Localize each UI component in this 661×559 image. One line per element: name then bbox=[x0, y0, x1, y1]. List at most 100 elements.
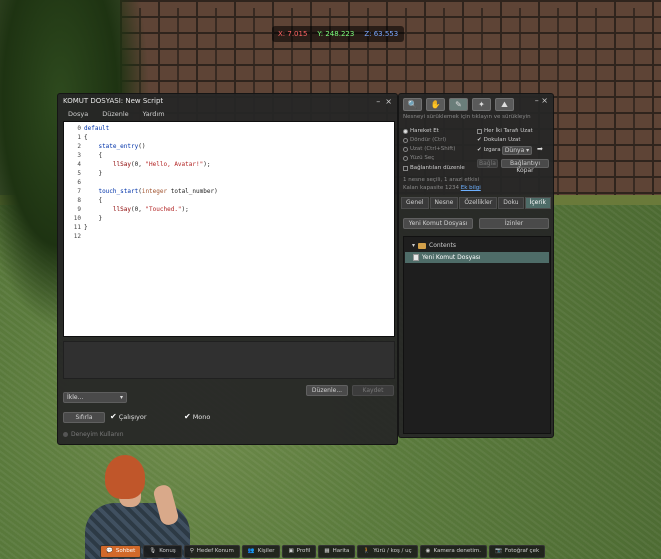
contents-item-label: Yeni Komut Dosyası bbox=[422, 254, 481, 261]
code-text: { bbox=[84, 196, 102, 205]
line-number: 10 bbox=[73, 215, 81, 222]
code-editor[interactable]: 0 default 1{2 state_entry() 3 {4 llSay(0, "… bbox=[63, 121, 395, 337]
code-line[interactable]: 11} bbox=[64, 223, 394, 232]
option-move-label: Hareket Et bbox=[410, 128, 439, 134]
experience-label: Deneyim Kullanın bbox=[71, 431, 124, 438]
code-text: { bbox=[84, 133, 88, 142]
tab-contents[interactable]: İçerik bbox=[524, 197, 551, 209]
grid-select[interactable]: Dünya ▾ bbox=[502, 146, 532, 155]
script-menubar: Dosya Düzenle Yardım bbox=[58, 108, 397, 120]
destination-icon: ⚲ bbox=[189, 548, 194, 554]
code-line[interactable]: 0 default bbox=[64, 124, 394, 133]
focus-tool-icon[interactable]: 🔍 bbox=[403, 98, 422, 111]
option-rotate[interactable]: Döndür (Ctrl) bbox=[403, 137, 446, 143]
code-line[interactable]: 4 llSay(0, "Hello, Avatar!"); bbox=[64, 160, 394, 169]
experience-checkbox[interactable]: Deneyim Kullanın bbox=[63, 431, 124, 438]
toolbar-button-profile[interactable]: ▣ Profil bbox=[282, 544, 317, 558]
close-icon[interactable]: – × bbox=[535, 96, 548, 105]
reset-button[interactable]: Sıfırla bbox=[63, 412, 105, 423]
option-linked-edit[interactable]: Bağlantıları düzenle bbox=[403, 165, 465, 171]
toolbar-button-walk[interactable]: 🚶 Yürü / koş / uç bbox=[357, 544, 418, 558]
code-token: llSay bbox=[112, 206, 131, 213]
contents-folder-row[interactable]: ▾ Contents bbox=[412, 242, 456, 249]
radio-icon bbox=[403, 137, 408, 143]
edit-tool-icon[interactable]: ✎ bbox=[449, 98, 468, 111]
save-button[interactable]: Kaydet bbox=[352, 385, 394, 396]
option-move[interactable]: Hareket Et bbox=[403, 128, 439, 134]
permissions-button[interactable]: İzinler bbox=[479, 218, 549, 229]
toolbar-button-label: Kişiler bbox=[257, 548, 275, 554]
code-line[interactable]: 1{ bbox=[64, 133, 394, 142]
script-editor-window: KOMUT DOSYASI: New Script – × Dosya Düzen… bbox=[57, 93, 398, 445]
map-icon: ▦ bbox=[324, 548, 330, 554]
running-checkbox[interactable]: ✔ Çalışıyor bbox=[110, 412, 147, 421]
toolbar-button-snapshot[interactable]: 📷 Fotoğraf çek bbox=[489, 544, 546, 558]
folder-icon bbox=[418, 242, 427, 249]
insert-select[interactable]: İkle... ▾ bbox=[63, 392, 127, 403]
line-number: 11 bbox=[73, 224, 81, 231]
capacity-text: Kalan kapasite 1234 bbox=[403, 185, 460, 191]
script-titlebar[interactable]: KOMUT DOSYASI: New Script – × bbox=[58, 94, 397, 108]
code-line[interactable]: 3 { bbox=[64, 151, 394, 160]
tab-features[interactable]: Özellikler bbox=[459, 197, 498, 209]
tab-general[interactable]: Genel bbox=[401, 197, 429, 209]
build-tabs: Genel Nesne Özellikler Doku İçerik bbox=[401, 197, 551, 209]
code-text: } bbox=[84, 214, 102, 223]
option-stretch-textures[interactable]: ✔ Dokuları Uzat bbox=[477, 137, 521, 143]
code-token: } bbox=[84, 170, 103, 177]
code-text: default bbox=[84, 124, 109, 133]
tab-texture[interactable]: Doku bbox=[498, 197, 524, 209]
option-select-face[interactable]: Yüzü Seç bbox=[403, 155, 434, 161]
land-tool-icon[interactable]: ⛰ bbox=[495, 98, 514, 111]
mono-checkbox[interactable]: ✔ Mono bbox=[184, 412, 210, 421]
code-token: ); bbox=[203, 161, 211, 168]
code-text: state_entry() bbox=[84, 142, 145, 151]
toolbar-button-speak[interactable]: 🎙 Konuş bbox=[143, 544, 182, 558]
more-info-link[interactable]: Ek bilgi bbox=[461, 185, 481, 191]
coord-z: Z: 63.553 bbox=[364, 30, 399, 38]
code-line[interactable]: 6 bbox=[64, 178, 394, 187]
code-line[interactable]: 7 touch_start(integer total_number) bbox=[64, 187, 394, 196]
code-line[interactable]: 12 bbox=[64, 232, 394, 241]
create-tool-icon[interactable]: ✦ bbox=[472, 98, 491, 111]
toolbar-button-destination[interactable]: ⚲ Hedef Konum bbox=[183, 544, 240, 558]
coordinates-readout: X: 7.015 Y: 248.223 Z: 63.553 bbox=[272, 26, 405, 42]
code-text: llSay(0, "Touched."); bbox=[84, 205, 189, 214]
close-icon[interactable]: × bbox=[385, 97, 392, 106]
toolbar-button-label: Harita bbox=[332, 548, 350, 554]
code-line[interactable]: 5 } bbox=[64, 169, 394, 178]
code-token: { bbox=[84, 152, 103, 159]
unlink-button[interactable]: Bağlantıyı Kopar bbox=[501, 159, 549, 174]
move-tool-icon[interactable]: ✋ bbox=[426, 98, 445, 111]
toolbar-button-label: Hedef Konum bbox=[196, 548, 234, 554]
option-stretch[interactable]: Uzat (Ctrl+Shift) bbox=[403, 146, 455, 152]
option-select-face-label: Yüzü Seç bbox=[410, 155, 435, 161]
option-stretch-both[interactable]: Her İki Tarafı Uzat bbox=[477, 128, 533, 134]
toolbar-button-map[interactable]: ▦ Harita bbox=[318, 544, 356, 558]
toolbar-button-camera[interactable]: ◉ Kamera denetim. bbox=[419, 544, 488, 558]
code-line[interactable]: 9 llSay(0, "Touched."); bbox=[64, 205, 394, 214]
code-line[interactable]: 2 state_entry() bbox=[64, 142, 394, 151]
link-button[interactable]: Bağla bbox=[477, 159, 498, 168]
error-panel bbox=[63, 341, 395, 379]
code-line[interactable]: 10 } bbox=[64, 214, 394, 223]
code-line[interactable]: 8 { bbox=[64, 196, 394, 205]
edit-button[interactable]: Düzenle... bbox=[306, 385, 348, 396]
menu-file[interactable]: Dosya bbox=[68, 110, 88, 118]
contents-item-row[interactable]: Yeni Komut Dosyası bbox=[405, 252, 549, 263]
help-text: Nesneyi sürüklemek için tıklayın ve sürü… bbox=[403, 114, 531, 120]
new-script-button[interactable]: Yeni Komut Dosyası bbox=[403, 218, 473, 229]
arrow-right-icon[interactable]: ➡ bbox=[537, 145, 543, 153]
menu-edit[interactable]: Düzenle bbox=[102, 110, 128, 118]
minimize-icon[interactable]: – bbox=[376, 97, 380, 106]
contents-panel[interactable]: ▾ Contents Yeni Komut Dosyası bbox=[403, 236, 551, 434]
option-grid[interactable]: ✔ Izgara bbox=[477, 147, 501, 153]
toolbar-button-chat[interactable]: 💬 Sohbet bbox=[100, 544, 142, 558]
chat-icon: 💬 bbox=[106, 548, 113, 554]
menu-help[interactable]: Yardım bbox=[143, 110, 165, 118]
radio-icon bbox=[403, 146, 408, 152]
tab-object[interactable]: Nesne bbox=[429, 197, 459, 209]
toolbar-button-people[interactable]: 👥 Kişiler bbox=[241, 544, 281, 558]
